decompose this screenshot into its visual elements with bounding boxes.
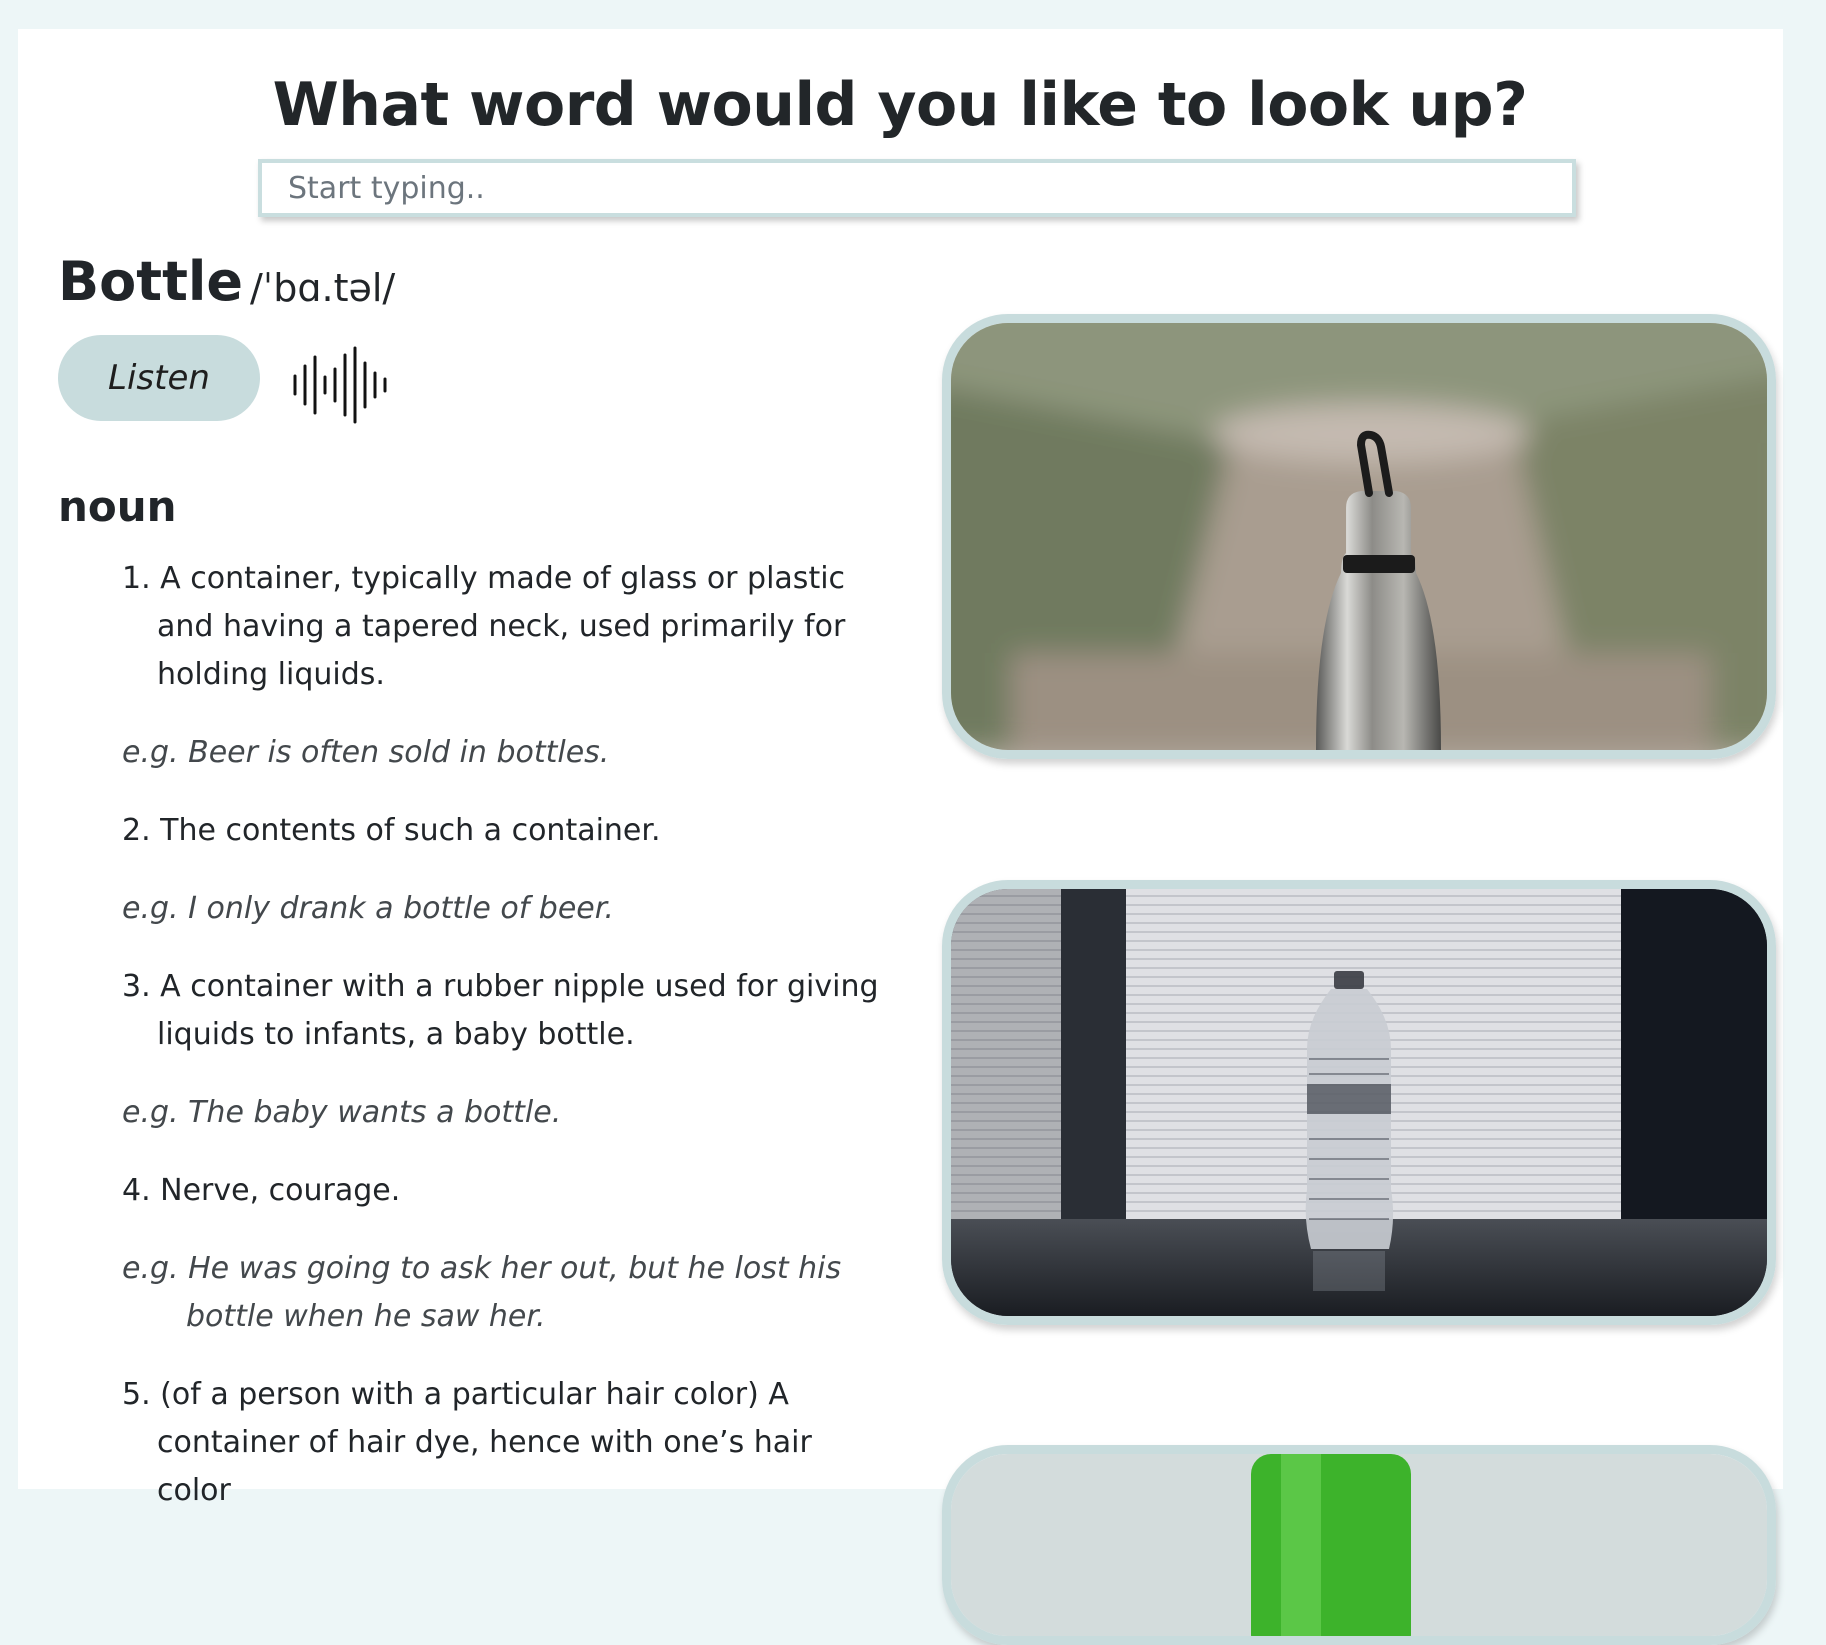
search-input[interactable] (258, 159, 1576, 217)
bottle-photo-1 (942, 314, 1776, 759)
example-3: e.g. The baby wants a bottle. (122, 1095, 562, 1130)
definition-3: 3. A container with a rubber nipple used… (122, 969, 879, 1052)
example-4: e.g. He was going to ask her out, but he… (122, 1251, 842, 1334)
listen-button[interactable]: Listen (58, 335, 260, 421)
example-2: e.g. I only drank a bottle of beer. (122, 891, 614, 926)
phonetic-text: /ˈbɑ.təl/ (250, 266, 396, 310)
example-1: e.g. Beer is often sold in bottles. (122, 735, 610, 770)
entry-word: Bottle (58, 250, 244, 313)
definition-2: 2. The contents of such a container. (122, 813, 661, 848)
bottle-photo-2 (942, 880, 1776, 1325)
definition-4: 4. Nerve, courage. (122, 1173, 401, 1208)
part-of-speech: noun (58, 482, 177, 531)
definition-list: 1. A container, typically made of glass … (122, 555, 882, 1545)
bottle-photo-3 (942, 1445, 1776, 1645)
definition-1: 1. A container, typically made of glass … (122, 561, 846, 692)
page-title: What word would you like to look up? (272, 70, 1528, 140)
definition-5: 5. (of a person with a particular hair c… (122, 1377, 812, 1508)
sound-wave-icon[interactable] (292, 345, 400, 425)
